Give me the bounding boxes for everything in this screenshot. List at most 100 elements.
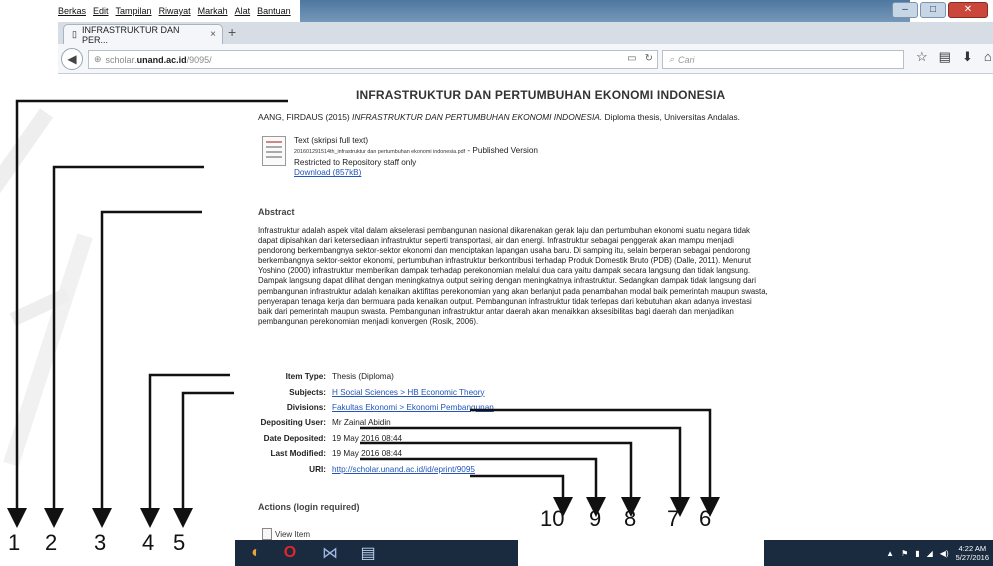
window-controls: – □ ✕ [892,2,988,18]
watermark-stroke [0,108,54,208]
reload-icon[interactable]: ↻ [645,53,653,64]
uri-link[interactable]: http://scholar.unand.ac.id/id/eprint/909… [332,465,475,474]
menu-item-riwayat[interactable]: Riwayat [159,6,191,16]
metadata-table: Item Type: Thesis (Diploma) Subjects: H … [246,369,494,477]
home-icon[interactable]: ⌂ [984,49,992,65]
metadata-value: Thesis (Diploma) [332,372,394,382]
url-text: scholar.unand.ac.id/9095/ [105,54,212,65]
menu-item-markah[interactable]: Markah [198,6,228,16]
metadata-value: 19 May 2016 08:44 [332,433,403,443]
minimize-button[interactable]: – [892,2,918,18]
metadata-row-item-type: Item Type: Thesis (Diploma) [246,369,494,384]
metadata-value: 19 May 2016 08:44 [332,449,403,459]
citation: AANG, FIRDAUS (2015) INFRASTRUKTUR DAN P… [258,112,740,122]
watermark-stroke [3,233,93,467]
system-tray: ▲ ⚑ ▮ ◢ ◀) 4:22 AM 5/27/2016 [886,540,989,566]
arrow-2 [44,165,204,528]
firefox-icon[interactable]: ◐ [241,542,271,564]
arrow-4 [140,373,230,528]
close-window-button[interactable]: ✕ [948,2,988,18]
annotation-label-10: 10 [540,506,565,531]
tab-close-icon[interactable]: × [210,29,216,40]
pdf-document-icon[interactable] [262,136,286,166]
view-item-button[interactable]: View Item [262,528,310,540]
metadata-row-divisions: Divisions: Fakultas Ekonomi > Ekonomi Pe… [246,400,494,415]
restriction-note: Restricted to Repository staff only [294,157,417,167]
file-version: - Published Version [467,146,538,156]
download-link[interactable]: Download (857kB) [294,168,538,178]
file-block: Text (skripsi full text) 201601291514th_… [294,136,538,179]
media-icon[interactable]: ⋈ [315,542,345,564]
arrow-5 [173,391,234,528]
clock-time: 4:22 AM [958,544,987,553]
metadata-row-subjects: Subjects: H Social Sciences > HB Economi… [246,384,494,399]
metadata-row-last-modified: Last Modified: 19 May 2016 08:44 [246,446,494,461]
annotation-label-5: 5 [173,530,186,555]
taskbar-blank-area [518,540,764,566]
maximize-button[interactable]: □ [920,2,946,18]
back-button[interactable]: ◀ [61,48,83,70]
divisions-link[interactable]: Fakultas Ekonomi > Ekonomi Pembangunan [332,403,494,412]
metadata-key: URI: [309,464,326,474]
volume-icon[interactable]: ◀) [940,549,949,558]
word-icon[interactable]: ▤ [353,542,383,564]
citation-title: INFRASTRUKTUR DAN PERTUMBUHAN EKONOMI IN… [352,112,603,122]
metadata-row-date-deposited: Date Deposited: 19 May 2016 08:44 [246,431,494,446]
new-tab-button[interactable]: + [228,24,236,40]
page-icon: ▯ [72,29,77,39]
address-bar[interactable]: ⊕ scholar.unand.ac.id/9095/ ▭ ↻ [88,50,658,69]
metadata-value: Mr Zainal Abidin [332,418,391,428]
tray-arrow-icon[interactable]: ▲ [886,549,894,558]
abstract-heading: Abstract [258,207,295,217]
annotation-label-7: 7 [667,506,680,531]
window-titlebar [300,0,910,22]
arrow-10 [470,474,573,517]
url-actions: ▭ ↻ [627,53,653,64]
citation-tail: Diploma thesis, Universitas Andalas. [604,112,740,122]
bookmark-star-icon[interactable]: ☆ [916,49,928,65]
flag-icon[interactable]: ⚑ [901,549,908,558]
menu-item-bantuan[interactable]: Bantuan [257,6,291,16]
annotation-label-6: 6 [699,506,712,531]
arrow-3 [92,210,202,528]
menu-bar: Berkas Edit Tampilan Riwayat Markah Alat… [58,4,291,18]
citation-authors: AANG, FIRDAUS (2015) [258,112,350,122]
metadata-key: Subjects: [289,387,326,397]
browser-tab[interactable]: ▯ INFRASTRUKTUR DAN PER... × [63,24,223,45]
annotation-label-9: 9 [589,506,602,531]
subjects-link[interactable]: H Social Sciences > HB Economic Theory [332,388,485,397]
toolbar-icons: ☆ ▤ ⬇ ⌂ ● ≡ [916,49,993,65]
menu-item-edit[interactable]: Edit [93,6,109,16]
opera-icon[interactable]: O [275,542,305,564]
annotation-label-1: 1 [8,530,21,555]
menu-item-alat[interactable]: Alat [235,6,251,16]
actions-heading: Actions (login required) [258,502,360,512]
file-type-label: Text (skripsi full text) [294,136,369,145]
file-name: 201601291514th_infrastruktur dan pertumb… [294,149,466,156]
search-placeholder: Cari [678,54,695,65]
metadata-row-depositing-user: Depositing User: Mr Zainal Abidin [246,415,494,430]
view-item-label: View Item [275,529,310,539]
menu-item-berkas[interactable]: Berkas [58,6,86,16]
metadata-key: Item Type: [285,372,326,382]
tab-title: INFRASTRUKTUR DAN PER... [81,24,180,45]
reader-icon[interactable]: ▭ [627,53,636,64]
battery-icon[interactable]: ▮ [915,549,919,558]
file-name-line: 201601291514th_infrastruktur dan pertumb… [294,146,538,157]
metadata-key: Depositing User: [260,418,326,428]
globe-icon: ⊕ [94,54,102,64]
metadata-key: Last Modified: [270,449,327,459]
navigation-bar: ◀ ⊕ scholar.unand.ac.id/9095/ ▭ ↻ ⌕ Cari… [58,44,993,74]
abstract-text: Infrastruktur adalah aspek vital dalam a… [258,226,768,326]
arrow-6 [470,408,720,517]
signal-icon[interactable]: ◢ [927,549,933,558]
search-icon: ⌕ [669,54,675,64]
menu-item-tampilan[interactable]: Tampilan [116,6,152,16]
annotation-label-8: 8 [624,506,637,531]
search-input[interactable]: ⌕ Cari [662,50,904,69]
metadata-key: Date Deposited: [263,433,326,443]
download-icon[interactable]: ⬇ [962,49,973,65]
clipboard-icon[interactable]: ▤ [939,49,951,65]
metadata-row-uri: URI: http://scholar.unand.ac.id/id/eprin… [246,461,494,476]
clock[interactable]: 4:22 AM 5/27/2016 [956,544,989,562]
